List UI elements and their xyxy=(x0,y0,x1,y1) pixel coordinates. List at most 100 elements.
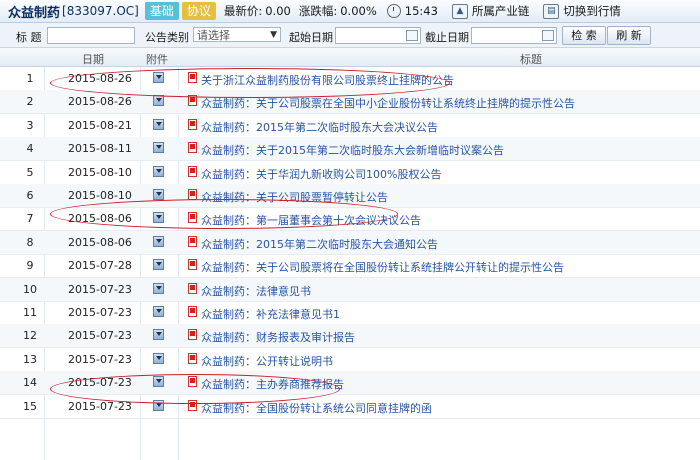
row-number: 4 xyxy=(26,142,34,156)
row-number: 6 xyxy=(26,189,34,202)
pdf-icon[interactable] xyxy=(188,142,197,154)
row-date: 2015-07-23 xyxy=(68,329,132,343)
start-date-input[interactable] xyxy=(335,27,421,44)
dropdown-arrow-icon: ▼ xyxy=(270,30,277,40)
download-icon[interactable] xyxy=(153,259,164,271)
row-date: 2015-07-23 xyxy=(68,352,132,366)
search-button[interactable]: 检 索 xyxy=(562,26,606,45)
column-header-title[interactable]: 标题 xyxy=(520,51,542,67)
announcement-title-link[interactable]: 众益制药：关于华润九新收购公司100%股权公告 xyxy=(201,166,441,182)
download-icon[interactable] xyxy=(153,329,164,341)
table-row[interactable]: 3 2015-08-21 众益制药：2015年第二次临时股东大会决议公告 xyxy=(0,114,700,138)
pdf-icon[interactable] xyxy=(188,165,197,177)
table-row[interactable]: 13 2015-07-23 众益制药：公开转让说明书 xyxy=(0,348,700,372)
title-search-input[interactable] xyxy=(47,27,135,44)
download-icon[interactable] xyxy=(153,352,164,364)
search-filter-bar: 标 题 公告类别 请选择 ▼ 起始日期 截止日期 检 索 刷 新 xyxy=(0,23,700,48)
announcement-title-link[interactable]: 众益制药：补充法律意见书1 xyxy=(201,306,340,322)
row-number: 13 xyxy=(23,352,37,366)
industry-chain-icon: ▲ xyxy=(451,3,468,19)
table-row[interactable]: 8 2015-08-06 众益制药：2015年第二次临时股东大会通知公告 xyxy=(0,230,700,255)
row-number: 2 xyxy=(26,95,34,109)
table-row[interactable]: 11 2015-07-23 众益制药：补充法律意见书1 xyxy=(0,301,700,325)
announcement-type-select[interactable]: 请选择 ▼ xyxy=(193,27,281,42)
calendar-icon[interactable] xyxy=(406,30,418,41)
table-row[interactable]: 9 2015-07-28 众益制药：关于公司股票将在全国股份转让系统挂牌公开转让的提… xyxy=(0,254,700,279)
tab-basic[interactable]: 基础 xyxy=(144,2,179,20)
title-filter-label: 标 题 xyxy=(16,31,42,44)
end-date-input[interactable] xyxy=(471,27,557,44)
switch-quotes-label: 切换到行情 xyxy=(563,4,621,18)
calendar-icon[interactable] xyxy=(542,30,554,41)
pdf-icon[interactable] xyxy=(188,282,197,294)
announcement-title-link[interactable]: 众益制药：关于2015年第二次临时股东大会新增临时议案公告 xyxy=(201,142,504,158)
stock-header-bar: 众益制药 [833097.OC] 基础 协议 最新价: 0.00 涨跌幅: 0.00… xyxy=(0,0,700,23)
announcement-title-link[interactable]: 众益制药：2015年第二次临时股东大会决议公告 xyxy=(201,119,438,135)
row-date: 2015-07-28 xyxy=(68,259,132,273)
price-change: 涨跌幅: 0.00% xyxy=(299,3,377,19)
latest-price: 最新价: 0.00 xyxy=(224,3,291,19)
download-icon[interactable] xyxy=(153,235,164,247)
download-icon[interactable] xyxy=(153,306,164,317)
download-icon[interactable] xyxy=(153,282,164,294)
pdf-icon[interactable] xyxy=(188,329,197,341)
industry-chain-button[interactable]: ▲ 所属产业链 xyxy=(451,3,529,19)
current-time: 15:43 xyxy=(404,4,438,18)
announcement-title-link[interactable]: 众益制药：关于公司股票将在全国股份转让系统挂牌公开转让的提示性公告 xyxy=(201,259,564,275)
pdf-icon[interactable] xyxy=(188,118,197,130)
announcement-title-link[interactable]: 众益制药：法律意见书 xyxy=(201,283,311,299)
table-row[interactable]: 5 2015-08-10 众益制药：关于华润九新收购公司100%股权公告 xyxy=(0,161,700,185)
row-date: 2015-08-10 xyxy=(68,165,132,179)
row-number: 7 xyxy=(26,212,34,226)
price-change-value: 0.00% xyxy=(340,4,377,18)
column-header-attachment[interactable]: 附件 xyxy=(146,51,168,67)
row-number: 3 xyxy=(26,118,34,132)
row-date: 2015-08-11 xyxy=(68,142,132,156)
table-row[interactable]: 12 2015-07-23 众益制药：财务报表及审计报告 xyxy=(0,324,700,349)
pdf-icon[interactable] xyxy=(188,306,197,317)
row-number: 8 xyxy=(26,235,34,249)
pdf-icon[interactable] xyxy=(188,259,197,271)
type-filter-label: 公告类别 xyxy=(145,31,189,44)
pdf-icon[interactable] xyxy=(188,352,197,364)
announcement-title-link[interactable]: 众益制药：公开转让说明书 xyxy=(201,353,333,369)
announcement-title-link[interactable]: 众益制药：2015年第二次临时股东大会通知公告 xyxy=(201,236,438,252)
table-row[interactable]: 4 2015-08-11 众益制药：关于2015年第二次临时股东大会新增临时议案公告 xyxy=(0,137,700,162)
row-number: 11 xyxy=(23,306,37,319)
highlight-ellipse-row-6 xyxy=(50,199,398,229)
tab-protocol[interactable]: 协议 xyxy=(181,2,216,20)
price-change-label: 涨跌幅: xyxy=(298,4,338,18)
clock-icon xyxy=(386,4,401,18)
row-number: 12 xyxy=(23,329,37,343)
row-number: 15 xyxy=(23,399,37,413)
download-icon[interactable] xyxy=(153,189,164,200)
latest-price-value: 0.00 xyxy=(265,4,291,18)
row-number: 10 xyxy=(23,282,37,296)
row-number: 9 xyxy=(26,259,34,273)
announcement-title-link[interactable]: 众益制药：财务报表及审计报告 xyxy=(201,329,355,345)
pdf-icon[interactable] xyxy=(188,235,197,247)
row-date: 2015-08-10 xyxy=(68,189,132,202)
highlight-ellipse-row-1 xyxy=(50,68,450,98)
latest-price-label: 最新价: xyxy=(223,4,263,18)
row-number: 14 xyxy=(23,376,37,390)
stock-code: [833097.OC] xyxy=(62,4,139,18)
refresh-button[interactable]: 刷 新 xyxy=(607,26,651,45)
table-header: 日期 附件 标题 xyxy=(0,48,700,67)
row-date: 2015-08-06 xyxy=(68,235,132,249)
column-header-date[interactable]: 日期 xyxy=(82,51,104,67)
download-icon[interactable] xyxy=(153,118,164,130)
row-date: 2015-08-26 xyxy=(68,95,132,109)
announcement-type-value: 请选择 xyxy=(197,29,230,42)
row-date: 2015-08-21 xyxy=(68,118,132,132)
start-date-label: 起始日期 xyxy=(289,31,333,44)
table-row[interactable]: 10 2015-07-23 众益制药：法律意见书 xyxy=(0,277,700,302)
stock-name: 众益制药 xyxy=(8,5,61,21)
download-icon[interactable] xyxy=(153,142,164,154)
switch-quotes-button[interactable]: ▤ 切换到行情 xyxy=(543,3,621,19)
announcement-table: 日期 附件 标题 1 2015-08-26 关于浙江众益制药股份有限公司股票终止挂牌… xyxy=(0,48,700,460)
row-number: 5 xyxy=(26,165,34,179)
download-icon[interactable] xyxy=(153,165,164,177)
download-icon[interactable] xyxy=(153,95,164,107)
end-date-label: 截止日期 xyxy=(425,31,469,44)
